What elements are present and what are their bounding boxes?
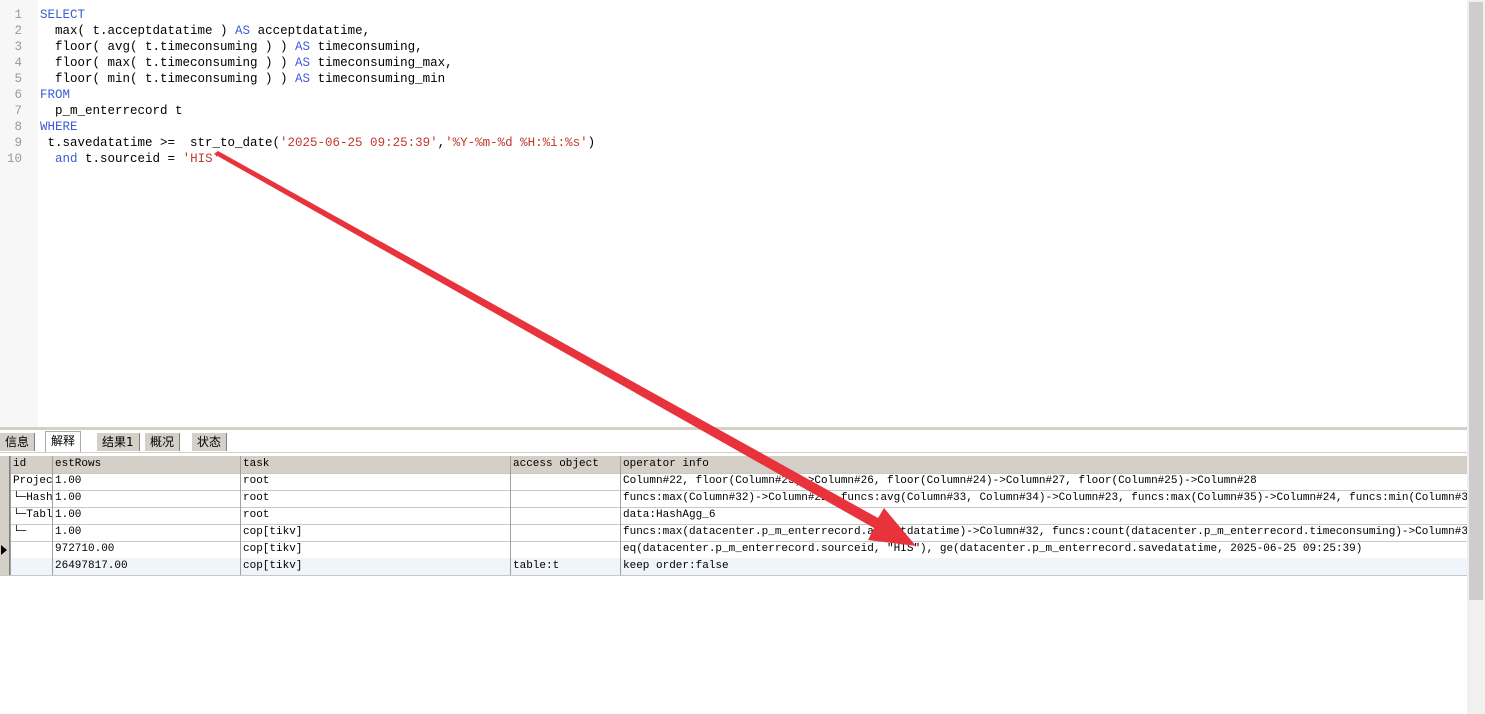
- cell: 1.00: [52, 524, 240, 541]
- cell: keep order:false: [620, 558, 1467, 575]
- table-row[interactable]: 972710.00 cop[tikv] eq(datacenter.p_m_ente…: [0, 541, 1467, 559]
- line-number: 10: [6, 152, 22, 166]
- row-indicator[interactable]: [0, 524, 10, 541]
- code-line[interactable]: floor( min( t.timeconsuming ) ) AS timec…: [40, 72, 445, 86]
- cell: [10, 541, 52, 558]
- cell: 972710.00: [52, 541, 240, 558]
- line-number: 9: [14, 136, 22, 150]
- table-row[interactable]: Projection_41.00root Column#22, floor(Col…: [0, 473, 1467, 491]
- table-row[interactable]: └─HashAgg_91.00root funcs:max(Column#32)-…: [0, 490, 1467, 508]
- column-header[interactable]: id: [10, 456, 52, 473]
- row-indicator[interactable]: [0, 558, 10, 575]
- code-line[interactable]: FROM: [40, 88, 70, 102]
- cell: [510, 490, 620, 507]
- line-number: 8: [14, 120, 22, 134]
- cell: Projection_4: [10, 473, 52, 490]
- cell: 26497817.00: [52, 558, 240, 575]
- code-line[interactable]: max( t.acceptdatatime ) AS acceptdatatim…: [40, 24, 370, 38]
- cell: [510, 524, 620, 541]
- code-line[interactable]: SELECT: [40, 8, 85, 22]
- tab-3[interactable]: 概况: [145, 433, 181, 451]
- cell: data:HashAgg_6: [620, 507, 1467, 524]
- tab-0[interactable]: 信息: [0, 433, 36, 451]
- cell: root: [240, 490, 510, 507]
- column-header[interactable]: operator info: [620, 456, 1467, 473]
- line-number: 2: [14, 24, 22, 38]
- cell: eq(datacenter.p_m_enterrecord.sourceid, …: [620, 541, 1467, 558]
- line-number: 4: [14, 56, 22, 70]
- row-indicator[interactable]: [0, 473, 10, 490]
- tab-1[interactable]: 解释: [45, 431, 82, 452]
- grid-header: id estRows task access object operator info: [0, 456, 1467, 474]
- cell: cop[tikv]: [240, 541, 510, 558]
- table-row[interactable]: 26497817.00 cop[tikv] table:t keep order:fa…: [0, 558, 1467, 576]
- line-number: 6: [14, 88, 22, 102]
- result-tabs: 信息 解释 结果1 概况 状态: [0, 430, 1467, 453]
- row-indicator[interactable]: [0, 456, 10, 473]
- code-line[interactable]: t.savedatatime >= str_to_date('2025-06-2…: [40, 136, 596, 150]
- cell: 1.00: [52, 473, 240, 490]
- cell: 1.00: [52, 507, 240, 524]
- row-indicator[interactable]: [0, 490, 10, 507]
- cell: root: [240, 473, 510, 490]
- cell: Column#22, floor(Column#23)->Column#26, …: [620, 473, 1467, 490]
- cell: table:t: [510, 558, 620, 575]
- tab-4[interactable]: 状态: [192, 433, 228, 451]
- current-row-icon: [1, 545, 7, 555]
- line-number: 5: [14, 72, 22, 86]
- cell: 1.00: [52, 490, 240, 507]
- code-line[interactable]: and t.sourceid = 'HIS': [40, 152, 220, 166]
- cell: └─HashAgg_9: [10, 490, 52, 507]
- line-number: 7: [14, 104, 22, 118]
- scrollbar-thumb[interactable]: [1469, 2, 1483, 600]
- tab-2[interactable]: 结果1: [97, 433, 140, 451]
- cell: [510, 473, 620, 490]
- row-indicator[interactable]: [0, 507, 10, 524]
- cell: funcs:max(datacenter.p_m_enterrecord.acc…: [620, 524, 1467, 541]
- cell: [510, 541, 620, 558]
- column-header[interactable]: task: [240, 456, 510, 473]
- row-indicator[interactable]: [0, 541, 10, 558]
- cell: └─: [10, 524, 52, 541]
- table-row[interactable]: └─ 1.00 cop[tikv] funcs:max(datacenter.p_m_…: [0, 524, 1467, 542]
- cell: [510, 507, 620, 524]
- code-line[interactable]: floor( max( t.timeconsuming ) ) AS timec…: [40, 56, 453, 70]
- cell: root: [240, 507, 510, 524]
- column-header[interactable]: access object: [510, 456, 620, 473]
- sql-editor[interactable]: 1 SELECT 2 max( t.acceptdatatime ) AS acce…: [0, 0, 1467, 427]
- code-line[interactable]: floor( avg( t.timeconsuming ) ) AS timec…: [40, 40, 423, 54]
- cell: cop[tikv]: [240, 558, 510, 575]
- cell: funcs:max(Column#32)->Column#22, funcs:a…: [620, 490, 1467, 507]
- line-number: 1: [14, 8, 22, 22]
- code-line[interactable]: WHERE: [40, 120, 78, 134]
- code-line[interactable]: p_m_enterrecord t: [40, 104, 183, 118]
- cell: └─TableReader_10: [10, 507, 52, 524]
- cell: cop[tikv]: [240, 524, 510, 541]
- line-number: 3: [14, 40, 22, 54]
- column-header[interactable]: estRows: [52, 456, 240, 473]
- cell: [10, 558, 52, 575]
- table-row[interactable]: └─TableReader_101.00root data:HashAgg_6: [0, 507, 1467, 525]
